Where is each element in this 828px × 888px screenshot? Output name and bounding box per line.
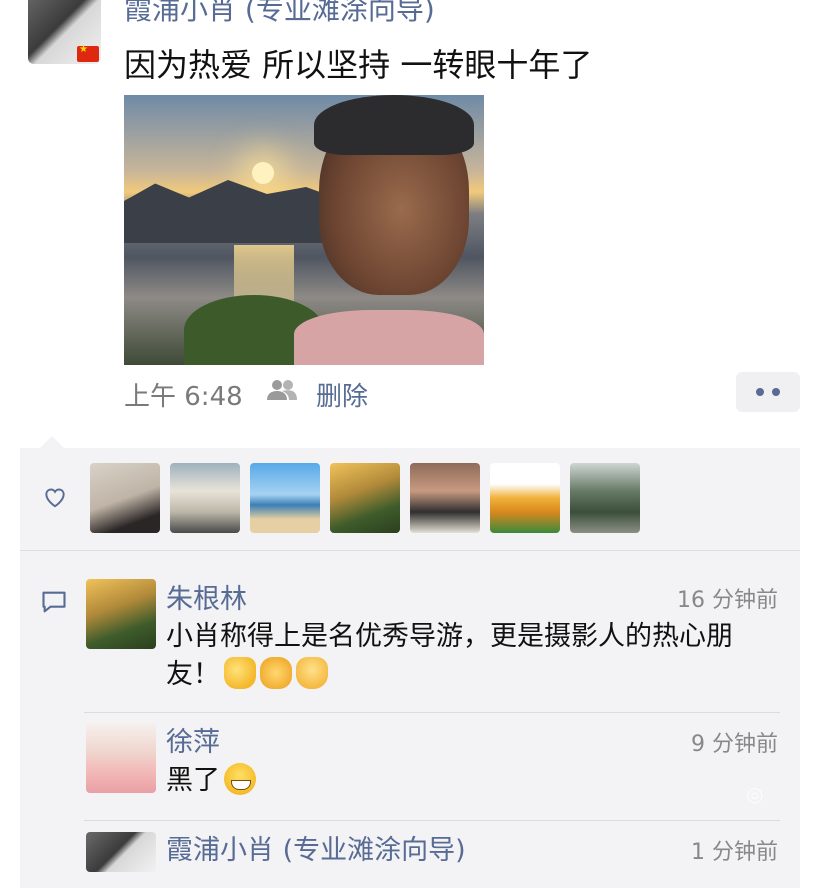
- comment-text-content: 黑了: [166, 765, 220, 796]
- liker-avatar[interactable]: [570, 463, 640, 533]
- liker-avatar[interactable]: [90, 463, 160, 533]
- commenter-name[interactable]: 霞浦小肖 (专业滩涂向导): [166, 828, 466, 867]
- more-button[interactable]: [736, 372, 800, 412]
- author-avatar[interactable]: [28, 0, 101, 64]
- commenter-name[interactable]: 朱根林: [166, 577, 247, 616]
- commenter-name[interactable]: 徐萍: [166, 720, 220, 759]
- china-flag-icon: [77, 44, 99, 62]
- post-time: 上午 6:48: [124, 382, 243, 412]
- commenter-avatar[interactable]: [86, 723, 156, 793]
- liker-avatar[interactable]: [490, 463, 560, 533]
- post-author-name[interactable]: 霞浦小肖 (专业滩涂向导): [124, 0, 435, 28]
- commenter-avatar[interactable]: [86, 579, 156, 649]
- post-text: 因为热爱 所以坚持 一转眼十年了: [124, 46, 593, 84]
- delete-link[interactable]: 删除: [316, 376, 368, 413]
- likes-divider: [20, 550, 800, 551]
- heart-icon: [45, 488, 65, 508]
- comment-divider: [84, 712, 780, 713]
- grin-emoji: [224, 762, 256, 795]
- comment-text: 小肖称得上是名优秀导游，更是摄影人的热心朋友！: [166, 618, 786, 694]
- commenter-avatar[interactable]: [86, 832, 156, 872]
- liker-avatar[interactable]: [410, 463, 480, 533]
- handshake-emoji: [260, 656, 292, 689]
- panel-arrow: [40, 436, 64, 448]
- watermark: ◎: [746, 782, 764, 806]
- liker-avatar[interactable]: [330, 463, 400, 533]
- friends-visibility-icon[interactable]: [266, 378, 298, 402]
- ok-hand-emoji: [296, 656, 328, 689]
- post-photo[interactable]: [124, 95, 484, 365]
- comment-icon: [42, 591, 66, 613]
- liker-avatar[interactable]: [170, 463, 240, 533]
- liker-avatar[interactable]: [250, 463, 320, 533]
- comment-time: 16 分钟前: [677, 588, 778, 613]
- thumbs-up-emoji: [224, 656, 256, 689]
- comment-time: 9 分钟前: [691, 732, 778, 757]
